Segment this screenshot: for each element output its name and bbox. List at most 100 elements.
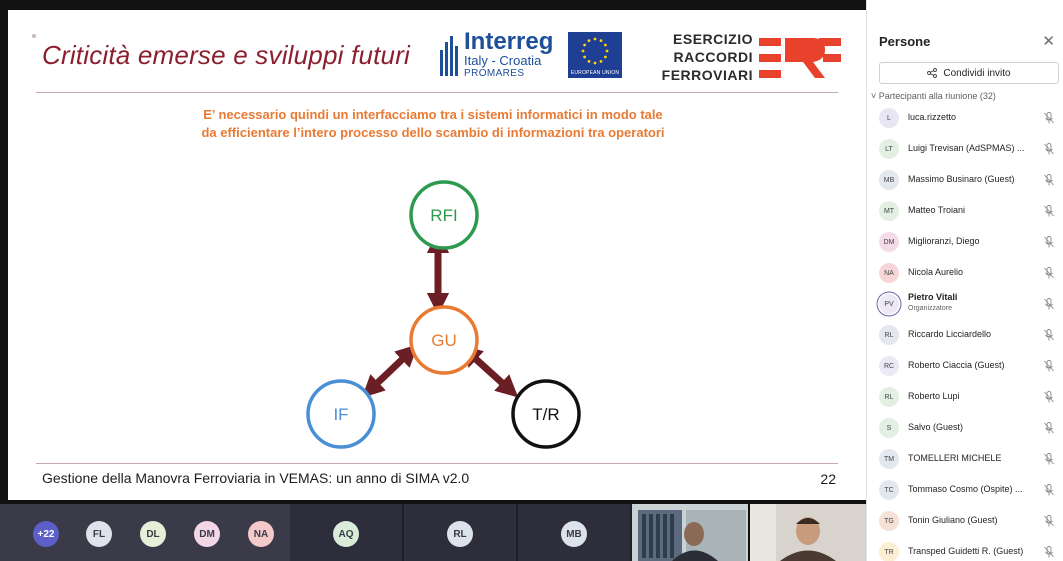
participant-avatar: TG xyxy=(879,511,899,531)
participant-name: Transped Guidetti R. (Guest) xyxy=(908,546,1024,556)
avatar-aq: AQ xyxy=(333,521,359,547)
mic-off-icon xyxy=(1044,174,1054,186)
panel-title: Persone xyxy=(879,34,931,49)
shared-content-stage: Criticità emerse e sviluppi futuri Inter… xyxy=(0,0,866,561)
video-feed-2[interactable] xyxy=(750,504,866,561)
participant-avatar: RL xyxy=(879,387,899,407)
participant-row[interactable]: LT Luigi Trevisan (AdSPMAS) ... xyxy=(867,134,1063,165)
avatar-rl: RL xyxy=(447,521,473,547)
more-participants-avatar[interactable]: +22 xyxy=(33,521,59,547)
slide-footer: Gestione della Manovra Ferroviaria in VE… xyxy=(42,470,470,486)
mic-off-icon xyxy=(1044,422,1054,434)
slide-page-number: 22 xyxy=(820,471,836,487)
eu-flag-icon: EUROPEAN UNION xyxy=(568,32,622,78)
participant-name: Tommaso Cosmo (Ospite) ... xyxy=(908,484,1023,494)
participant-tile-rl[interactable]: RL xyxy=(404,504,516,561)
participant-name: Tonin Giuliano (Guest) xyxy=(908,515,998,525)
participants-section-header[interactable]: ˅ Partecipanti alla riunione (32) xyxy=(871,91,996,101)
arrow-gu-if xyxy=(361,344,419,398)
interreg-project: PROMARES xyxy=(464,68,525,79)
interreg-wordmark: Interreg xyxy=(464,28,554,55)
participant-row[interactable]: TR Transped Guidetti R. (Guest) xyxy=(867,537,1063,561)
avatar-dl[interactable]: DL xyxy=(140,521,166,547)
erf-line-2: RACCORDI xyxy=(673,49,753,65)
mic-off-icon xyxy=(1044,236,1054,248)
participant-avatar: L xyxy=(879,108,899,128)
participant-row[interactable]: NA Nicola Aurelio xyxy=(867,258,1063,289)
participant-name: Roberto Ciaccia (Guest) xyxy=(908,360,1005,370)
participant-row[interactable]: MB Massimo Businaro (Guest) xyxy=(867,165,1063,196)
mic-off-icon xyxy=(1044,112,1054,124)
erf-line-3: FERROVIARI xyxy=(661,67,753,83)
participant-avatar: RC xyxy=(879,356,899,376)
participant-tile-mb[interactable]: MB xyxy=(518,504,630,561)
participant-avatar: TR xyxy=(879,542,899,561)
participant-row[interactable]: TM TOMELLERI MICHELE xyxy=(867,444,1063,475)
slide-body-text: E’ necessario quindi un interfacciamo tr… xyxy=(201,107,665,140)
participant-row[interactable]: RC Roberto Ciaccia (Guest) xyxy=(867,351,1063,382)
participant-row[interactable]: S Salvo (Guest) xyxy=(867,413,1063,444)
participant-row[interactable]: TG Tonin Giuliano (Guest) xyxy=(867,506,1063,537)
avatar-dm[interactable]: DM xyxy=(194,521,220,547)
avatar-initials: NA xyxy=(253,528,269,540)
footer-divider xyxy=(36,463,838,464)
participant-row[interactable]: RL Roberto Lupi xyxy=(867,382,1063,413)
mic-off-icon xyxy=(1044,205,1054,217)
node-gu-label: GU xyxy=(431,331,457,350)
avatar-initials: DL xyxy=(146,528,160,540)
node-if-label: IF xyxy=(333,405,348,424)
participants-section-label: Partecipanti alla riunione (32) xyxy=(878,91,996,101)
mic-off-icon xyxy=(1044,267,1054,279)
mic-off-icon xyxy=(1044,546,1054,558)
participant-list: Lluca.rizzetto LT Luigi Trevisan (AdSPMAS)… xyxy=(867,103,1063,561)
eu-label: EUROPEAN UNION xyxy=(570,70,620,76)
participant-name: TOMELLERI MICHELE xyxy=(908,453,1002,463)
mic-off-icon xyxy=(1044,143,1054,155)
people-panel: Persone ✕ Condividi invito ˅ Partecipant… xyxy=(866,0,1063,561)
participant-row[interactable]: DM Miglioranzi, Diego xyxy=(867,227,1063,258)
avatar-initials: RL xyxy=(453,528,467,540)
participant-avatar: TM xyxy=(879,449,899,469)
erf-mark-icon xyxy=(759,38,841,78)
participant-avatar: LT xyxy=(879,139,899,159)
avatar-initials: MB xyxy=(566,528,582,540)
participant-avatar: S xyxy=(879,418,899,438)
erf-line-1: ESERCIZIO xyxy=(673,31,753,47)
participant-name: Miglioranzi, Diego xyxy=(908,236,980,246)
participant-name: Massimo Businaro (Guest) xyxy=(908,174,1015,184)
participant-role: Organizzatore xyxy=(908,305,952,312)
participant-avatar: MB xyxy=(879,170,899,190)
participant-row[interactable]: PV Pietro Vitali Organizzatore xyxy=(867,289,1063,320)
share-invite-button[interactable]: Condividi invito xyxy=(879,62,1059,84)
close-icon[interactable]: ✕ xyxy=(1042,32,1055,50)
participant-row[interactable]: RL Riccardo Licciardello xyxy=(867,320,1063,351)
mic-off-icon xyxy=(1044,298,1054,310)
avatar-na[interactable]: NA xyxy=(248,521,274,547)
participant-name: luca.rizzetto xyxy=(908,112,957,122)
slide-title: Criticità emerse e sviluppi futuri xyxy=(42,40,411,70)
participant-row[interactable]: Lluca.rizzetto xyxy=(867,103,1063,134)
chevron-down-icon: ˅ xyxy=(871,91,879,101)
participant-name: Nicola Aurelio xyxy=(908,267,964,277)
operator-diagram: RFI GU IF T/R xyxy=(306,180,581,449)
mic-off-icon xyxy=(1044,329,1054,341)
share-invite-label: Condividi invito xyxy=(943,67,1011,79)
avatar-fl[interactable]: FL xyxy=(86,521,112,547)
slide-bullet-dot xyxy=(32,34,36,38)
mic-off-icon xyxy=(1044,391,1054,403)
more-participants-count: +22 xyxy=(37,528,55,540)
participant-name: Matteo Troiani xyxy=(908,205,966,215)
avatar-initials: AQ xyxy=(338,528,354,540)
video-feed-1[interactable] xyxy=(632,504,748,561)
avatar-initials: FL xyxy=(92,528,106,540)
participant-name: Luigi Trevisan (AdSPMAS) ... xyxy=(908,143,1025,153)
node-rfi-label: RFI xyxy=(430,206,457,225)
participant-tile-aq[interactable]: AQ xyxy=(290,504,402,561)
title-divider xyxy=(36,92,838,93)
participant-row[interactable]: MT Matteo Troiani xyxy=(867,196,1063,227)
participant-avatar: RL xyxy=(879,325,899,345)
participant-row[interactable]: TC Tommaso Cosmo (Ospite) ... xyxy=(867,475,1063,506)
participant-avatar: NA xyxy=(879,263,899,283)
avatar-initials: DM xyxy=(199,528,215,540)
participant-name: Roberto Lupi xyxy=(908,391,960,401)
